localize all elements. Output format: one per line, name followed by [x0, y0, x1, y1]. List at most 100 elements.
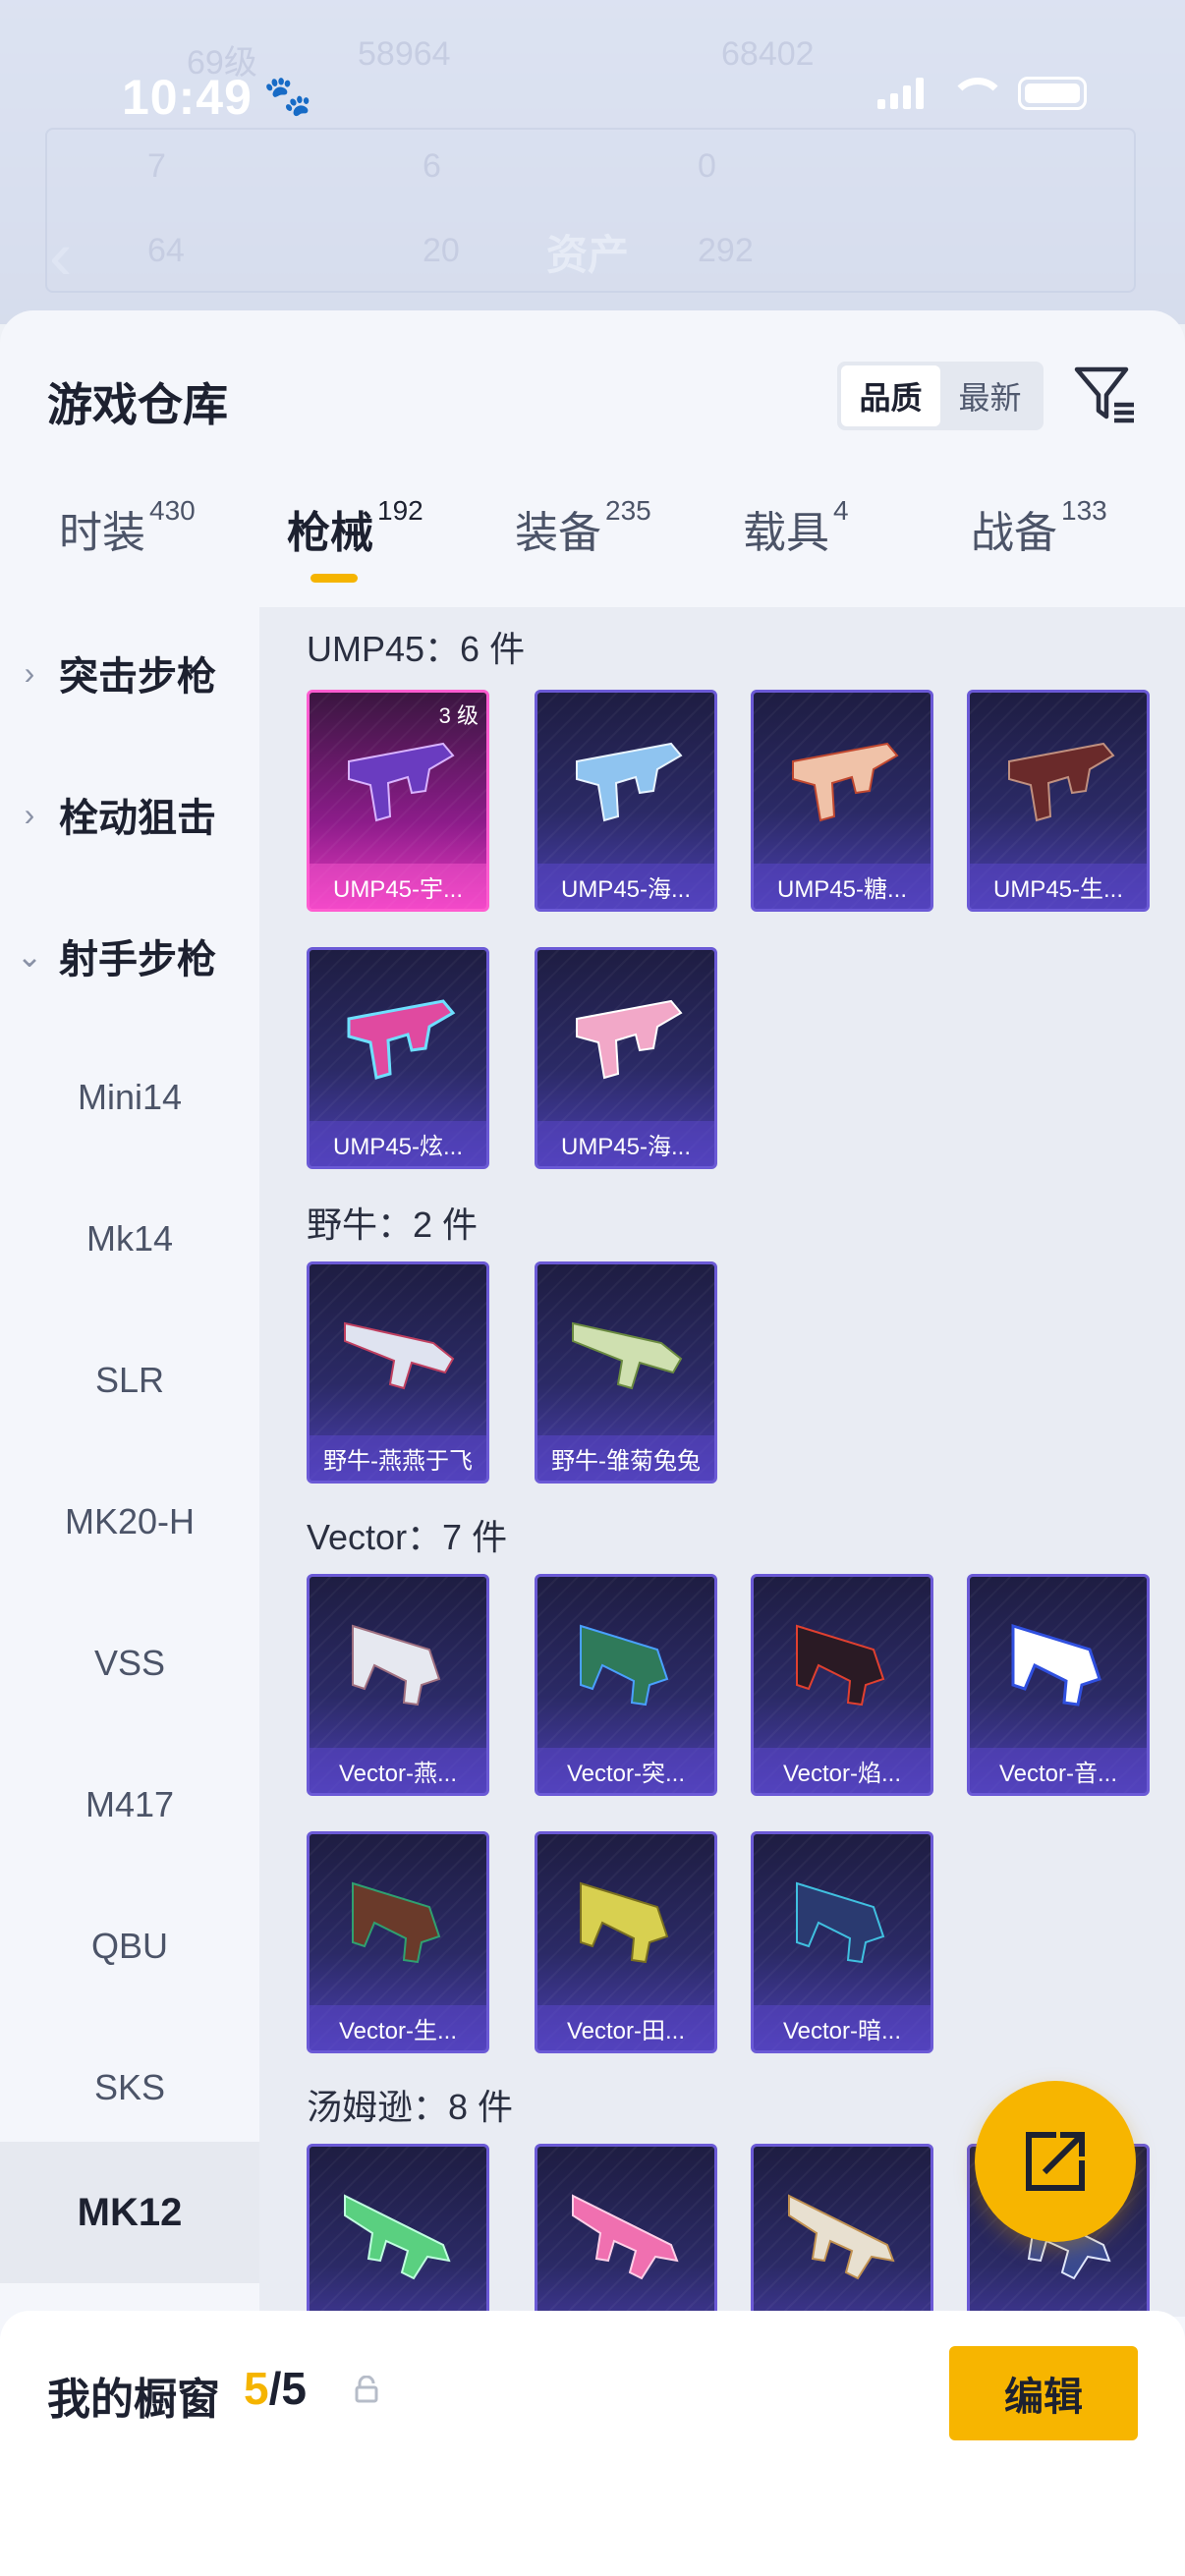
weapon-card[interactable]: Vector-暗...	[751, 1831, 933, 2053]
nav-sub-m417[interactable]: M417	[0, 1761, 259, 1849]
nav-sub-mini14[interactable]: Mini14	[0, 1053, 259, 1142]
sort-quality[interactable]: 品质	[841, 365, 940, 426]
tab-label: 时装	[59, 509, 145, 557]
smg-icon	[576, 999, 683, 1080]
weapon-card[interactable]: 野牛-燕燕于飞	[307, 1261, 489, 1484]
weapon-card[interactable]: 3 级 UMP45-宇...	[307, 690, 489, 912]
tab-vehicles[interactable]: 载具 4	[743, 495, 849, 560]
nav-marksman-rifles[interactable]: ⌄ 射手步枪	[0, 912, 259, 1000]
battery-icon	[1018, 77, 1087, 110]
faded-r1c: 0	[698, 147, 716, 185]
tab-skins[interactable]: 时装 430	[59, 495, 196, 560]
nav-category-label: 栓动狙击	[59, 797, 216, 840]
tab-count: 430	[149, 495, 196, 526]
edit-button[interactable]: 编辑	[949, 2346, 1138, 2440]
weapon-card[interactable]: Vector-音...	[967, 1574, 1150, 1796]
filter-icon[interactable]	[1071, 360, 1138, 426]
weapon-name: 野牛-雏菊兔兔	[537, 1435, 714, 1481]
status-time: 10:49	[122, 70, 253, 125]
weapon-name: UMP45-海...	[537, 1121, 714, 1166]
page-title: 资产	[546, 232, 630, 278]
weapon-card[interactable]: Vector-突...	[535, 1574, 717, 1796]
smg-icon	[347, 999, 456, 1080]
vector-smg-icon	[796, 1881, 885, 1964]
chevron-down-icon: ⌄	[16, 938, 43, 974]
weapon-card[interactable]: UMP45-糖...	[751, 690, 933, 912]
tommy-gun-icon	[344, 2194, 451, 2280]
nav-sub-mk12[interactable]: MK12	[0, 2142, 259, 2283]
tab-label: 战备	[971, 509, 1057, 557]
weapon-card[interactable]	[751, 2144, 933, 2317]
smg-icon	[576, 742, 683, 822]
showcase-label: 我的橱窗	[47, 2376, 220, 2424]
chevron-right-icon: ›	[24, 796, 35, 832]
weapon-grid: UMP45：6 件 3 级 UMP45-宇... UMP45-海... UMP4…	[259, 607, 1185, 2317]
showcase-current: 5	[244, 2363, 269, 2414]
weapon-name: Vector-暗...	[754, 2005, 931, 2050]
weapon-card[interactable]: Vector-生...	[307, 1831, 489, 2053]
nav-sub-sks[interactable]: SKS	[0, 2044, 259, 2132]
tab-equipment[interactable]: 装备 235	[515, 495, 651, 560]
signal-icon	[877, 78, 924, 109]
tommy-gun-icon	[572, 2194, 679, 2280]
vector-smg-icon	[1011, 1623, 1101, 1707]
vector-smg-icon	[352, 1624, 441, 1707]
nav-sub-vss[interactable]: VSS	[0, 1619, 259, 1708]
tab-count: 235	[605, 495, 651, 526]
lock-icon	[355, 2376, 378, 2403]
active-tab-indicator	[310, 574, 358, 583]
weapon-card[interactable]: 野牛-雏菊兔兔	[535, 1261, 717, 1484]
weapon-name: Vector-音...	[970, 1748, 1147, 1793]
vector-smg-icon	[352, 1881, 441, 1964]
weapon-name: UMP45-炫...	[310, 1121, 486, 1166]
faded-r2a: 64	[147, 232, 185, 269]
tommy-gun-icon	[788, 2194, 895, 2280]
weapon-card[interactable]: Vector-燕...	[307, 1574, 489, 1796]
status-icons	[877, 77, 1087, 110]
weapon-name: UMP45-宇...	[310, 864, 486, 909]
section-title-ump45: UMP45：6 件	[307, 629, 526, 669]
smg-icon	[348, 742, 455, 822]
back-arrow-icon[interactable]: ‹	[49, 216, 72, 295]
weapon-name: UMP45-糖...	[754, 864, 931, 909]
sheet-title: 游戏仓库	[47, 379, 228, 430]
showcase-count: 5/5	[244, 2362, 307, 2415]
nav-sub-slr[interactable]: SLR	[0, 1336, 259, 1425]
faded-r1b: 6	[423, 147, 441, 185]
smg-icon	[792, 742, 899, 822]
chevron-right-icon: ›	[24, 654, 35, 691]
weapon-card[interactable]: Vector-田...	[535, 1831, 717, 2053]
nav-sub-qbu[interactable]: QBU	[0, 1902, 259, 1990]
faded-r2b: 20	[423, 232, 460, 269]
weapon-name: Vector-田...	[537, 2005, 714, 2050]
weapon-card[interactable]: UMP45-生...	[967, 690, 1150, 912]
showcase-total: /5	[268, 2363, 307, 2414]
sort-newest[interactable]: 最新	[940, 365, 1040, 426]
share-button[interactable]	[975, 2081, 1136, 2242]
tab-combat-gear[interactable]: 战备 133	[971, 495, 1107, 560]
tab-label: 载具	[743, 509, 829, 557]
weapon-card[interactable]	[535, 2144, 717, 2317]
nav-bolt-action-snipers[interactable]: › 栓动狙击	[0, 770, 259, 859]
tab-count: 4	[833, 495, 849, 526]
vector-smg-icon	[580, 1881, 669, 1964]
weapon-category-nav: › 突击步枪 › 栓动狙击 ⌄ 射手步枪 Mini14 Mk14 SLR MK2…	[0, 607, 259, 2317]
showcase-bar: 我的橱窗 5/5 编辑	[0, 2311, 1185, 2576]
nav-sub-mk20h[interactable]: MK20-H	[0, 1478, 259, 1566]
weapon-card[interactable]: UMP45-炫...	[307, 947, 489, 1169]
nav-sub-mk14[interactable]: Mk14	[0, 1195, 259, 1283]
tab-firearms[interactable]: 枪械 192	[287, 495, 423, 560]
weapon-card[interactable]	[307, 2144, 489, 2317]
weapon-card[interactable]: UMP45-海...	[535, 690, 717, 912]
tab-label: 装备	[515, 509, 601, 557]
tab-count: 133	[1061, 495, 1107, 526]
warehouse-sheet: 游戏仓库 品质 最新 时装 430 枪械 192 装备 235 载具 4 战备 …	[0, 310, 1185, 2576]
weapon-card[interactable]: Vector-焰...	[751, 1574, 933, 1796]
section-title-thompson: 汤姆逊：8 件	[307, 2087, 514, 2127]
nav-assault-rifles[interactable]: › 突击步枪	[0, 629, 259, 717]
faded-r1a: 7	[147, 147, 166, 185]
weapon-card[interactable]: UMP45-海...	[535, 947, 717, 1169]
smg-icon	[1008, 742, 1115, 822]
nav-category-label: 射手步枪	[59, 938, 216, 981]
weapon-name: Vector-突...	[537, 1748, 714, 1793]
